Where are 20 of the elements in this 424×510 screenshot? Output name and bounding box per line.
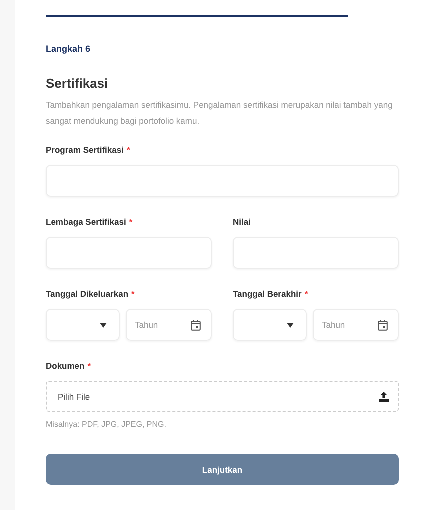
field-label: Program Sertifikasi * [46,145,132,155]
upload-icon [379,392,389,402]
field-label: Lembaga Sertifikasi * [46,217,134,227]
field-label: Tanggal Berakhir * [233,289,310,299]
caret-icon [100,322,107,328]
section-title: Sertifikasi [46,76,110,91]
field-label: Nilai [233,217,252,227]
month-dropdown[interactable] [233,309,307,341]
file-hint: Misalnya: PDF, JPG, JPEG, PNG. [46,420,168,429]
step-label: Langkah 6 [46,44,92,54]
field-label: Tanggal Dikeluarkan * [46,289,136,299]
caret-icon [287,322,294,328]
year-field[interactable]: Tahun [126,309,212,341]
calendar-icon [191,320,201,330]
field-label: Dokumen * [46,361,92,371]
calendar-icon [378,320,388,330]
section-description: Tambahkan pengalaman sertifikasimu. Pengalaman sertifikasi merupakan nilai tambah yang sangat mendukung bagi portofolio kamu. [46,99,394,128]
year-field[interactable]: Tahun [313,309,399,341]
month-dropdown[interactable] [46,309,120,341]
file-upload-field[interactable]: Pilih File [46,381,399,412]
